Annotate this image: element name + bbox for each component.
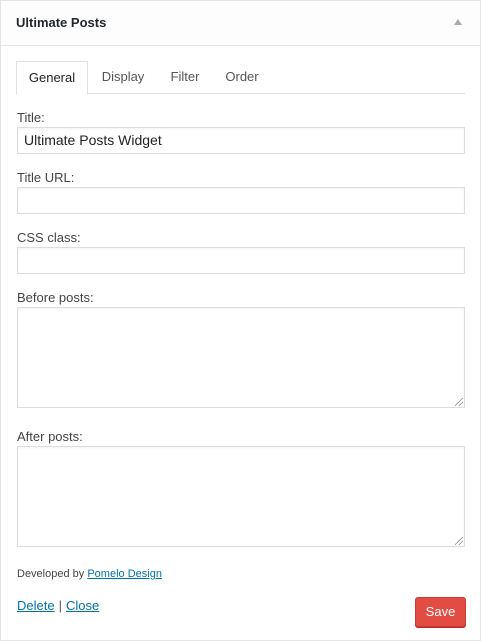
tab-filter[interactable]: Filter	[164, 61, 206, 93]
css-class-input[interactable]	[17, 247, 465, 274]
close-link[interactable]: Close	[66, 598, 99, 613]
actions-separator: |	[58, 598, 62, 613]
title-input-value: Ultimate Posts Widget	[24, 132, 162, 148]
css-class-label: CSS class:	[17, 230, 81, 245]
tab-general[interactable]: General	[16, 61, 88, 95]
after-posts-label: After posts:	[17, 429, 83, 444]
developer-credit: Developed by Pomelo Design	[17, 568, 162, 580]
save-button[interactable]: Save	[415, 597, 466, 627]
before-posts-label: Before posts:	[17, 290, 94, 305]
widget-actions: Delete | Close	[17, 598, 99, 613]
title-input[interactable]: Ultimate Posts Widget	[17, 127, 465, 154]
widget-tabs: General Display Filter Order	[16, 61, 465, 95]
resize-handle-icon[interactable]	[455, 537, 463, 545]
tab-order[interactable]: Order	[218, 61, 266, 93]
tab-display[interactable]: Display	[94, 61, 152, 93]
widget-header[interactable]: Ultimate Posts	[1, 1, 480, 46]
title-label: Title:	[17, 110, 45, 125]
resize-handle-icon[interactable]	[455, 398, 463, 406]
widget-title: Ultimate Posts	[16, 15, 107, 30]
ultimate-posts-widget: Ultimate Posts General Display Filter Or…	[0, 0, 481, 641]
delete-link[interactable]: Delete	[17, 598, 55, 613]
before-posts-textarea[interactable]	[17, 307, 465, 408]
collapse-arrow-icon[interactable]	[454, 19, 462, 25]
pomelo-design-link[interactable]: Pomelo Design	[87, 568, 162, 580]
developed-by-text: Developed by	[17, 568, 85, 580]
after-posts-textarea[interactable]	[17, 446, 465, 547]
title-url-input[interactable]	[17, 187, 465, 214]
title-url-label: Title URL:	[17, 170, 75, 185]
